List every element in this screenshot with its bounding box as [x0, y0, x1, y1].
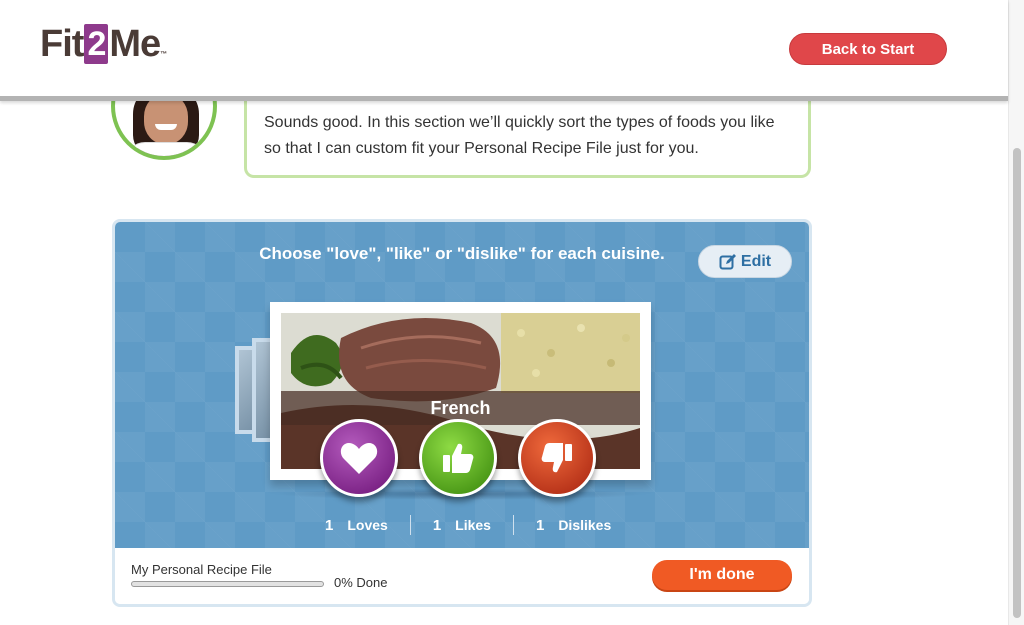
logo-text-2: 2: [84, 24, 109, 64]
vote-counts: 1 Loves 1 Likes 1 Dislikes: [325, 514, 611, 536]
likes-count-value: 1: [432, 516, 442, 534]
loves-count-label: Loves: [347, 517, 388, 533]
loves-count: 1 Loves: [325, 517, 388, 534]
dislikes-count: 1 Dislikes: [536, 517, 611, 534]
loves-count-value: 1: [325, 516, 334, 534]
recipe-file-bar: My Personal Recipe File 0% Done I'm done: [115, 548, 809, 604]
avatar-smile: [155, 124, 177, 130]
edit-label: Edit: [740, 252, 772, 270]
page-scrollbar[interactable]: [1008, 0, 1024, 625]
im-done-button[interactable]: I'm done: [652, 560, 792, 590]
sorter-area: Choose "love", "like" or "dislike" for e…: [115, 222, 809, 548]
logo-trademark: ™: [160, 51, 167, 58]
dislikes-count-value: 1: [535, 516, 545, 534]
avatar-face: [144, 94, 188, 144]
fit2me-logo[interactable]: Fit 2 Me ™: [40, 22, 167, 66]
thumbs-down-icon: [541, 443, 572, 473]
edit-pencil-icon: [719, 253, 737, 271]
likes-count: 1 Likes: [433, 517, 491, 534]
scrollbar-thumb[interactable]: [1013, 148, 1021, 618]
love-button[interactable]: [320, 419, 398, 497]
like-button[interactable]: [419, 419, 497, 497]
logo-text-fit: Fit: [40, 22, 84, 65]
coach-message: Sounds good. In this section we’ll quick…: [264, 114, 775, 157]
dislike-button[interactable]: [518, 419, 596, 497]
count-divider: [409, 515, 411, 535]
thumbs-up-icon: [443, 443, 474, 473]
recipe-progress-bar: [131, 581, 324, 587]
cuisine-sorter-panel: Choose "love", "like" or "dislike" for e…: [112, 219, 812, 607]
dislikes-count-label: Dislikes: [558, 517, 612, 533]
heart-icon: [340, 443, 378, 474]
edit-button[interactable]: Edit: [698, 245, 792, 278]
logo-text-me: Me: [109, 22, 161, 65]
coach-speech-bubble: Sounds good. In this section we’ll quick…: [244, 98, 811, 178]
avatar-shirt: [125, 142, 207, 156]
likes-count-label: Likes: [455, 517, 491, 533]
back-to-start-button[interactable]: Back to Start: [789, 33, 947, 65]
recipe-progress-text: 0% Done: [334, 575, 388, 590]
recipe-file-label: My Personal Recipe File: [131, 562, 272, 577]
top-header: Fit 2 Me ™ Back to Start: [0, 0, 1008, 101]
count-divider: [512, 515, 514, 535]
